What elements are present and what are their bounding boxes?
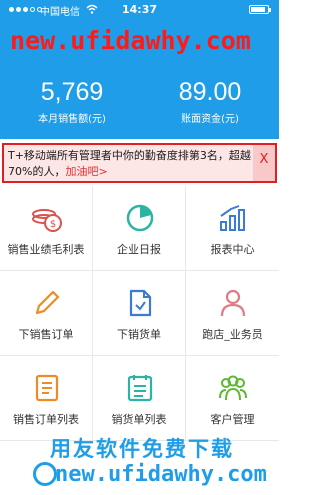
grid-item-store-visit[interactable]: 跑店_业务员 bbox=[186, 271, 279, 356]
grid-item-customer-mgmt[interactable]: 客户管理 bbox=[186, 356, 279, 441]
stat-monthly-sales[interactable]: 5,769 本月销售额(元) bbox=[12, 78, 132, 125]
battery-icon bbox=[249, 5, 271, 14]
watermark-url: new.ufidawhy.com bbox=[55, 462, 267, 487]
notice-text: T+移动端所有管理者中你的勤奋度排第3名，超越70%的人， bbox=[8, 149, 251, 178]
notice-banner[interactable]: T+移动端所有管理者中你的勤奋度排第3名，超越70%的人，加油吧> X bbox=[2, 143, 277, 183]
grid-item-label: 销货单列表 bbox=[111, 413, 167, 426]
status-bar: 中国电信 14:37 bbox=[0, 0, 279, 20]
header: 中国电信 14:37 new.ufidawhy.com 5,769 本月销售额(… bbox=[0, 0, 279, 139]
stat-account-funds[interactable]: 89.00 账面资金(元) bbox=[150, 78, 270, 125]
stat-value: 89.00 bbox=[178, 78, 242, 106]
list-icon bbox=[35, 374, 59, 402]
pie-chart-icon bbox=[126, 204, 154, 232]
money-bag-icon: $ bbox=[32, 209, 62, 232]
pencil-icon bbox=[35, 290, 60, 315]
grid-item-label: 下销货单 bbox=[117, 328, 161, 341]
grid-item-label: 企业日报 bbox=[117, 243, 161, 256]
grid-item-new-sales-order[interactable]: 下销售订单 bbox=[0, 271, 93, 356]
bar-chart-icon bbox=[220, 205, 245, 231]
search-icon[interactable] bbox=[33, 462, 57, 486]
notice-link[interactable]: 加油吧> bbox=[65, 165, 107, 178]
stat-value: 5,769 bbox=[40, 78, 104, 106]
document-icon bbox=[129, 289, 152, 317]
grid-item-label: 销售订单列表 bbox=[13, 413, 79, 426]
grid-item-daily-report[interactable]: 企业日报 bbox=[93, 186, 186, 271]
stat-label: 账面资金(元) bbox=[181, 114, 239, 125]
grid-item-label: 跑店_业务员 bbox=[202, 328, 263, 341]
people-icon bbox=[219, 375, 247, 401]
watermark-text: 用友软件免费下载 bbox=[50, 437, 234, 461]
grid-item-report-center[interactable]: 报表中心 bbox=[186, 186, 279, 271]
close-icon[interactable]: X bbox=[253, 145, 275, 181]
grid-item-label: 销售业绩毛利表 bbox=[7, 243, 85, 256]
grid-item-sales-profit[interactable]: $ 销售业绩毛利表 bbox=[0, 186, 93, 271]
svg-text:$: $ bbox=[50, 219, 56, 230]
grid-item-label: 客户管理 bbox=[210, 413, 255, 426]
list-icon bbox=[127, 375, 153, 402]
grid-item-label: 下销售订单 bbox=[18, 328, 74, 341]
grid-item-label: 报表中心 bbox=[210, 243, 255, 256]
user-icon bbox=[220, 289, 246, 317]
grid-item-new-delivery[interactable]: 下销货单 bbox=[93, 271, 186, 356]
stat-label: 本月销售额(元) bbox=[38, 114, 106, 125]
watermark-url: new.ufidawhy.com bbox=[10, 26, 251, 55]
status-time: 14:37 bbox=[121, 3, 157, 16]
grid-item-sales-order-list[interactable]: 销售订单列表 bbox=[0, 356, 93, 441]
grid-item-delivery-list[interactable]: 销货单列表 bbox=[93, 356, 186, 441]
